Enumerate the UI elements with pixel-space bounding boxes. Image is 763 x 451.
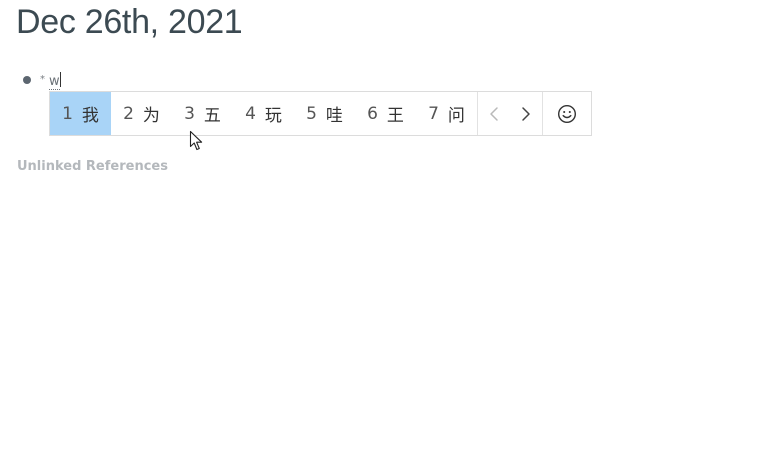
candidate-char: 王 — [386, 106, 404, 126]
page-title[interactable]: Dec 26th, 2021 — [16, 2, 243, 42]
ime-candidate-4[interactable]: 4 玩 — [233, 92, 294, 135]
ime-next-page-button[interactable] — [510, 92, 542, 135]
block-bullet[interactable] — [23, 76, 31, 84]
candidate-number: 5 — [306, 103, 317, 124]
candidate-char: 为 — [142, 106, 160, 126]
ime-candidate-3[interactable]: 3 五 — [172, 92, 233, 135]
text-caret — [59, 72, 61, 87]
ime-candidate-bar: 1 我 2 为 3 五 4 玩 5 哇 6 王 7 问 — [49, 91, 592, 136]
composing-text: w — [49, 74, 60, 90]
smiley-icon — [557, 104, 577, 123]
candidate-number: 2 — [123, 103, 134, 124]
block-editor[interactable]: * w — [40, 71, 61, 91]
ime-candidate-6[interactable]: 6 王 — [355, 92, 416, 135]
candidate-char: 我 — [81, 106, 99, 126]
ime-candidate-1[interactable]: 1 我 — [50, 92, 111, 135]
candidate-char: 问 — [447, 106, 465, 126]
ime-emoji-button[interactable] — [542, 92, 591, 135]
ime-candidate-2[interactable]: 2 为 — [111, 92, 172, 135]
ime-prev-page-button[interactable] — [478, 92, 510, 135]
mouse-pointer-icon — [189, 130, 203, 151]
candidate-number: 4 — [245, 103, 256, 124]
unlinked-references-toggle[interactable]: Unlinked References — [17, 159, 168, 174]
ime-page-nav — [477, 92, 542, 135]
candidate-number: 1 — [62, 103, 73, 124]
candidate-number: 3 — [184, 103, 195, 124]
candidate-char: 玩 — [264, 106, 282, 126]
candidate-number: 7 — [428, 103, 439, 124]
ime-candidate-5[interactable]: 5 哇 — [294, 92, 355, 135]
ime-candidate-7[interactable]: 7 问 — [416, 92, 477, 135]
candidate-char: 五 — [203, 106, 221, 126]
chevron-right-icon — [522, 106, 530, 121]
block-marker: * — [40, 74, 45, 85]
candidate-number: 6 — [367, 103, 378, 124]
chevron-left-icon — [490, 106, 498, 121]
candidate-char: 哇 — [325, 106, 343, 126]
